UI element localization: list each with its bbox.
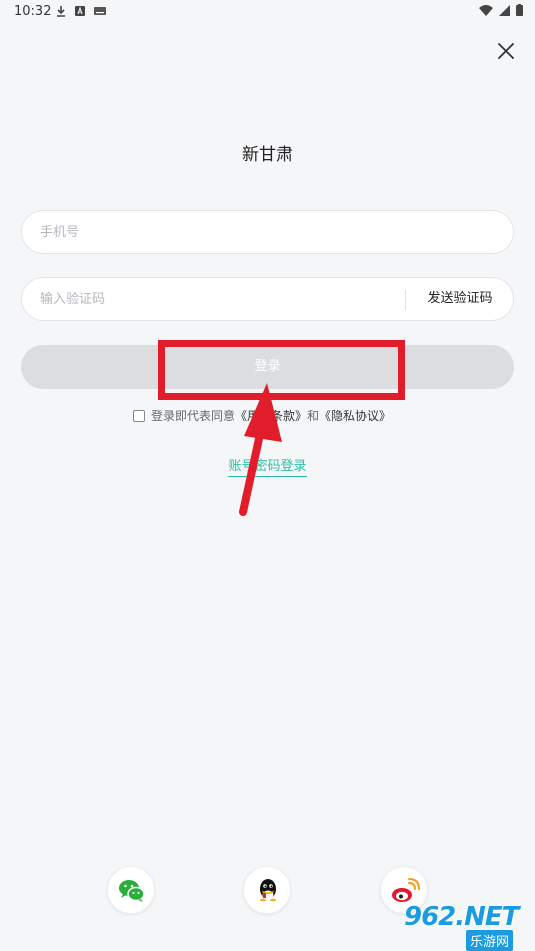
code-field-container: 发送验证码: [21, 277, 514, 321]
status-icons: [479, 4, 523, 16]
watermark-sub: 乐游网: [466, 930, 514, 951]
download-icon: [57, 6, 65, 17]
close-button[interactable]: [494, 39, 518, 63]
qq-login-button[interactable]: [243, 866, 291, 914]
privacy-link[interactable]: 《隐私协议》: [319, 407, 391, 424]
wechat-login-button[interactable]: [107, 866, 155, 914]
watermark-brand: 962.NET: [404, 902, 519, 932]
agreement-prefix: 登录即代表同意: [151, 409, 236, 423]
password-login-row: 账号密码登录: [0, 455, 535, 477]
phone-field-container: [21, 210, 514, 254]
status-time: 10:32: [14, 4, 52, 19]
close-icon: [498, 43, 514, 59]
agreement-checkbox[interactable]: [133, 409, 145, 422]
wechat-icon: [119, 880, 145, 902]
highlight-annotation-box: [158, 340, 405, 400]
status-bar: 10:32: [0, 0, 535, 24]
verification-code-input[interactable]: [40, 278, 400, 320]
wifi-icon: [479, 4, 493, 16]
battery-icon: [516, 4, 523, 16]
keyboard-icon: [94, 7, 106, 15]
agreement-row: 登录即代表同意 《用户条款》 和 《隐私协议》: [133, 407, 391, 424]
agreement-and: 和: [307, 409, 320, 423]
send-code-button[interactable]: 发送验证码: [406, 278, 514, 320]
a-badge-icon: [75, 6, 85, 16]
watermark-logo: 962.NET 乐游网: [396, 902, 531, 951]
password-login-link[interactable]: 账号密码登录: [228, 459, 307, 477]
phone-input[interactable]: [40, 211, 400, 253]
qq-icon: [260, 879, 276, 902]
page-title: 新甘肃: [242, 145, 293, 165]
terms-link[interactable]: 《用户条款》: [235, 407, 307, 424]
signal-icon: [499, 4, 510, 16]
